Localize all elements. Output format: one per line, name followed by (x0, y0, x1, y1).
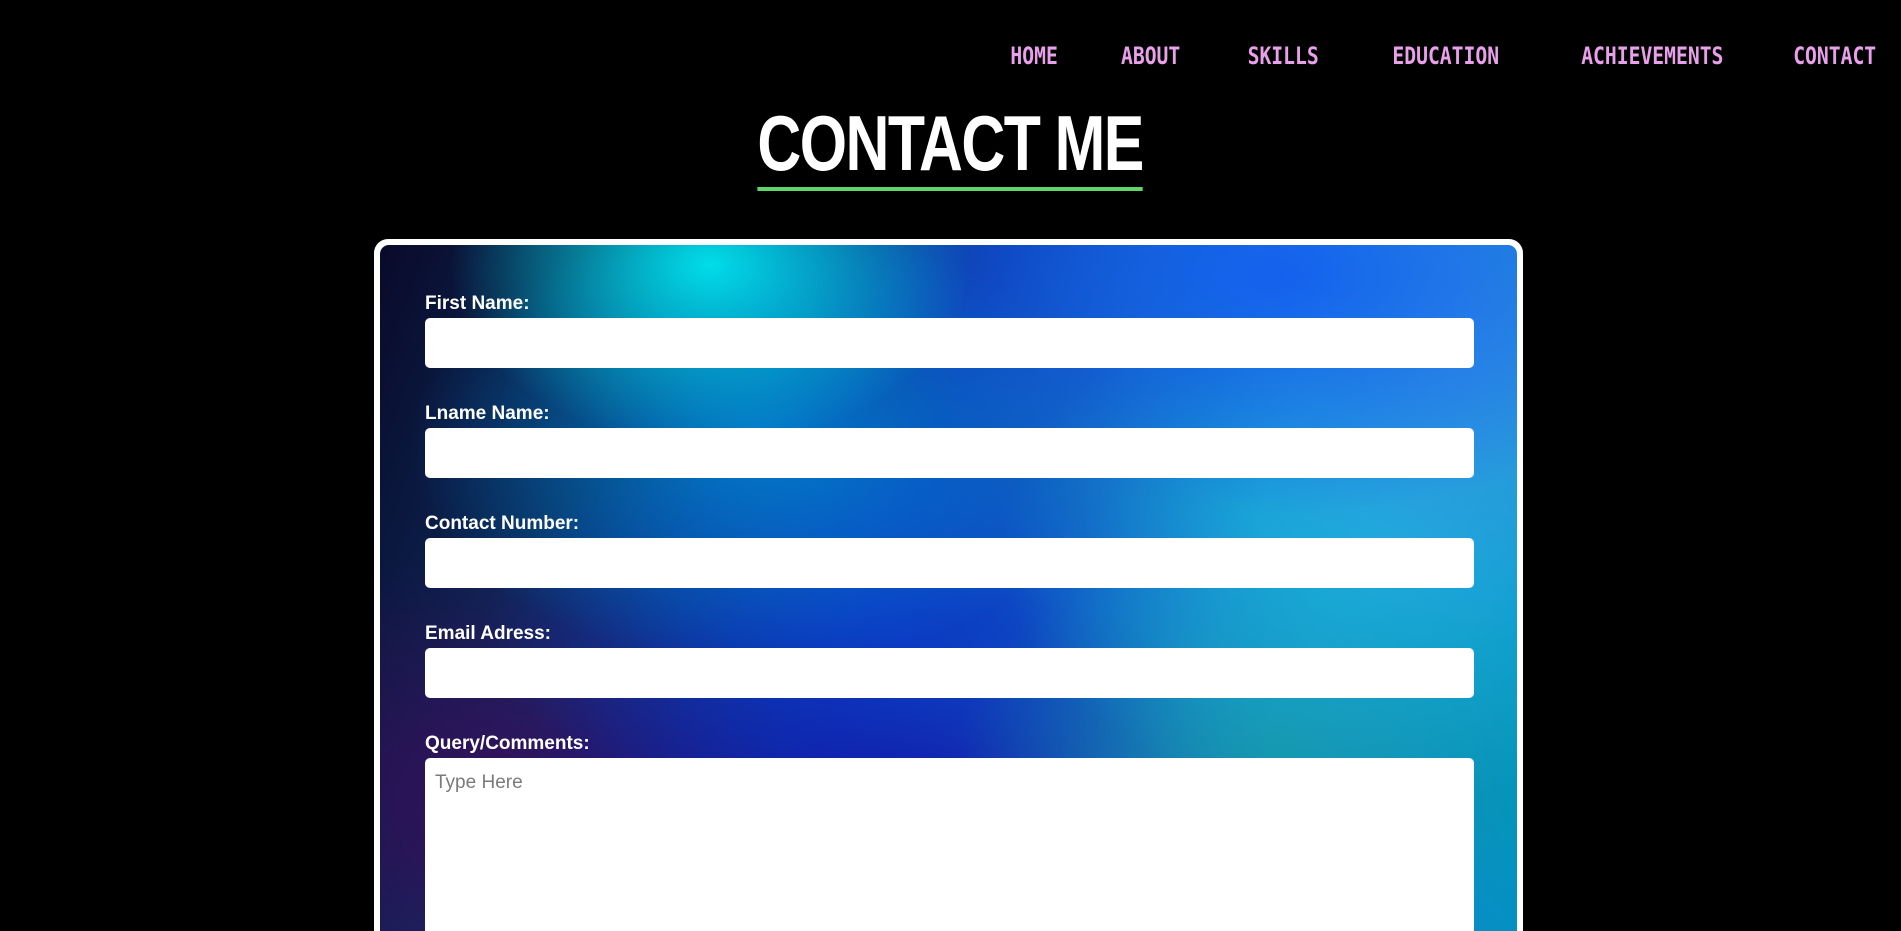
comments-label: Query/Comments: (425, 733, 590, 754)
page-title: CONTACT ME (757, 103, 1145, 191)
nav-home-link[interactable]: HOME (1010, 38, 1057, 74)
nav-about-link[interactable]: ABOUT (1121, 38, 1180, 74)
last-name-label: Lname Name: (425, 403, 550, 424)
nav-skills-link[interactable]: SKILLS (1247, 38, 1318, 74)
last-name-field[interactable] (425, 428, 1474, 478)
nav-contact-link[interactable]: CONTACT (1793, 38, 1876, 74)
contact-form-frame: First Name: Lname Name: Contact Number: … (374, 239, 1523, 931)
page: HOME ABOUT SKILLS EDUCATION ACHIEVEMENTS… (0, 0, 1901, 931)
contact-number-field[interactable] (425, 538, 1474, 588)
nav-education-link[interactable]: EDUCATION (1393, 38, 1500, 74)
first-name-field[interactable] (425, 318, 1474, 368)
email-label: Email Adress: (425, 623, 552, 644)
contact-form: First Name: Lname Name: Contact Number: … (380, 245, 1517, 931)
email-field[interactable] (425, 648, 1474, 698)
top-nav: HOME ABOUT SKILLS EDUCATION ACHIEVEMENTS… (949, 38, 1876, 74)
contact-number-label: Contact Number: (425, 513, 580, 534)
nav-achievements-link[interactable]: ACHIEVEMENTS (1582, 38, 1724, 74)
first-name-label: First Name: (425, 293, 530, 314)
comments-textarea[interactable] (425, 758, 1474, 931)
heading-wrapper: CONTACT ME (0, 103, 1901, 191)
